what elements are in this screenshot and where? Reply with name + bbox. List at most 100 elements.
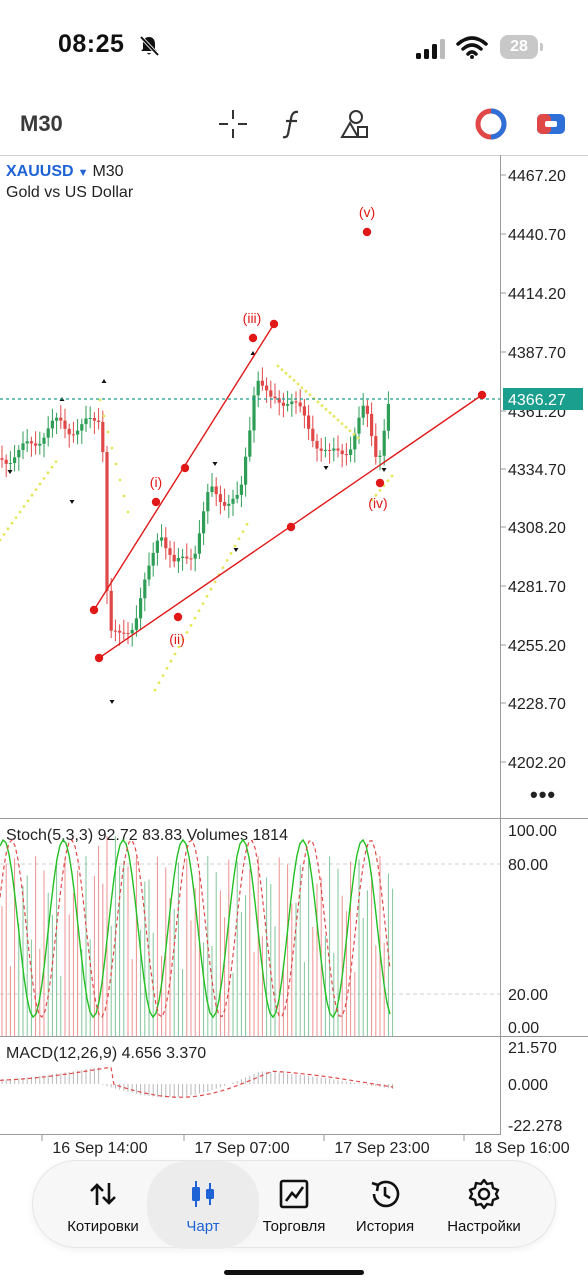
sar-dot (42, 477, 46, 480)
macd-level-label: -22.278 (508, 1118, 562, 1135)
candle-body (193, 553, 197, 559)
indicator-function-icon[interactable] (276, 107, 310, 141)
wave-point (477, 390, 487, 400)
candle-body (332, 448, 336, 451)
nav-trade[interactable]: Торговля (249, 1161, 339, 1249)
candle-body (294, 401, 298, 403)
symbol-name[interactable]: XAUUSD (6, 163, 74, 180)
bell-muted-icon (139, 35, 160, 57)
price-axis-label: 4255.20 (508, 638, 566, 655)
fractal-markers (7, 351, 387, 704)
timeframe-button[interactable]: M30 (20, 111, 63, 137)
sar-dot (280, 368, 284, 371)
crosshair-icon[interactable] (216, 107, 250, 141)
time-axis-label: 17 Sep 07:00 (194, 1140, 289, 1157)
candle-body (349, 449, 353, 455)
fractal-marker (101, 379, 107, 383)
sar-dot (288, 375, 292, 379)
candle-body (281, 402, 285, 406)
nav-history-label: История (355, 1218, 415, 1235)
candle-body (227, 503, 231, 506)
sar-dot (356, 436, 360, 440)
sar-dot (324, 407, 328, 411)
symbol-header[interactable]: XAUUSD ▼ M30 (6, 163, 124, 181)
symbol-timeframe: M30 (92, 163, 124, 180)
sar-dot (30, 493, 34, 497)
candle-body (134, 618, 138, 630)
candle-body (147, 565, 151, 580)
nav-settings-label: Настройки (447, 1218, 521, 1235)
candle-body (365, 405, 369, 414)
candle-body (223, 501, 227, 506)
candle-body (197, 533, 201, 554)
candle-body (244, 456, 248, 485)
candle-body (218, 494, 222, 502)
macd-histogram (1, 1067, 394, 1098)
nav-trade-label: Торговля (262, 1218, 326, 1235)
price-axis-label: 4387.70 (508, 345, 566, 362)
current-price-label: 4366.27 (508, 392, 566, 409)
candle-body (239, 484, 243, 495)
candle-body (265, 385, 269, 391)
candle-body (290, 401, 294, 405)
macd-level-label: 21.570 (508, 1040, 557, 1057)
sar-dot (276, 364, 280, 368)
cellular-signal-icon (416, 39, 445, 59)
drawing-objects-icon[interactable] (336, 107, 370, 141)
candle-body (151, 552, 155, 566)
sar-dot (201, 602, 205, 605)
candle-body (42, 437, 46, 444)
candle-body (340, 450, 344, 455)
sar-dot (185, 631, 189, 634)
candle-body (80, 424, 84, 431)
price-axis-label: 4228.70 (508, 696, 566, 713)
time-axis-label: 16 Sep 14:00 (52, 1140, 147, 1157)
sar-dot (292, 379, 296, 382)
nav-settings[interactable]: Настройки (433, 1161, 535, 1249)
candle-body (206, 492, 210, 512)
one-click-trading-icon[interactable] (474, 107, 508, 141)
candle-body (231, 498, 235, 504)
sar-dot (6, 527, 10, 531)
more-options-icon[interactable]: ••• (530, 782, 556, 808)
sar-dot (245, 523, 249, 526)
trade-icon[interactable] (534, 107, 568, 141)
candle-body (256, 380, 260, 396)
fractal-marker (233, 548, 239, 552)
sar-dot (46, 471, 50, 475)
price-axis-label: 4202.20 (508, 755, 566, 772)
candle-body (88, 418, 92, 420)
wave-point (375, 478, 385, 488)
caret-down-icon[interactable]: ▼ (78, 167, 89, 179)
fractal-marker (109, 700, 115, 704)
candle-body (4, 459, 8, 464)
candle-body (319, 448, 323, 451)
sar-dot (14, 516, 18, 519)
nav-history[interactable]: История (341, 1161, 429, 1249)
candle-body (55, 417, 59, 421)
nav-chart[interactable]: Чарт (147, 1161, 259, 1249)
stoch-label: Stoch(5,3,3) 92.72 83.83 Volumes 1814 (6, 827, 288, 844)
candle-body (130, 629, 134, 634)
sar-dot (106, 430, 110, 434)
nav-quotes[interactable]: Котировки (55, 1161, 151, 1249)
candle-body (21, 443, 25, 450)
price-chart[interactable]: 4467.204440.704414.204387.704361.204334.… (0, 155, 588, 1160)
candle-body (328, 450, 332, 452)
battery-level: 28 (500, 35, 538, 59)
sar-dot (237, 537, 241, 541)
candle-body (386, 403, 390, 431)
sar-dot (390, 474, 394, 478)
candle-body (34, 443, 38, 446)
sar-dot (189, 623, 193, 627)
wave-point (286, 522, 296, 532)
stoch-level-label: 100.00 (508, 823, 557, 840)
sar-dot (284, 371, 288, 375)
time-axis-label: 17 Sep 23:00 (334, 1140, 429, 1157)
candle-body (8, 463, 12, 465)
wave-point (248, 333, 258, 343)
candle-body (286, 404, 290, 406)
candle-body (118, 630, 122, 633)
candle-body (25, 441, 29, 444)
candle-body (59, 417, 63, 421)
